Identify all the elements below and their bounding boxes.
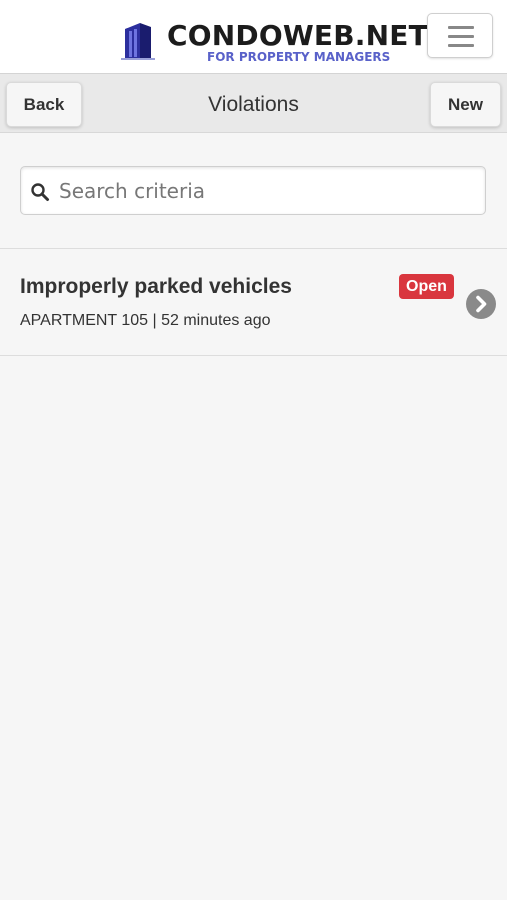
status-badge: Open [399, 274, 454, 299]
brand-subtitle: FOR PROPERTY MANAGERS [207, 50, 391, 64]
search-input[interactable] [59, 167, 479, 214]
brand-header: CONDOWEB.NET FOR PROPERTY MANAGERS [0, 0, 507, 73]
page-title: Violations [208, 93, 299, 116]
toolbar: Back Violations New [0, 73, 507, 133]
brand-title: CONDOWEB.NET [167, 19, 428, 52]
violation-title: Improperly parked vehicles [20, 275, 292, 298]
search-icon [31, 183, 49, 201]
building-logo-icon [121, 23, 155, 60]
menu-button[interactable] [427, 13, 493, 58]
list-item[interactable]: Improperly parked vehicles APARTMENT 105… [0, 249, 507, 356]
back-button[interactable]: Back [6, 82, 82, 127]
new-button[interactable]: New [430, 82, 501, 127]
search-box[interactable] [20, 166, 486, 215]
violation-meta: APARTMENT 105 | 52 minutes ago [20, 312, 271, 329]
chevron-right-icon[interactable] [465, 288, 497, 320]
violations-list: Improperly parked vehicles APARTMENT 105… [0, 248, 507, 356]
